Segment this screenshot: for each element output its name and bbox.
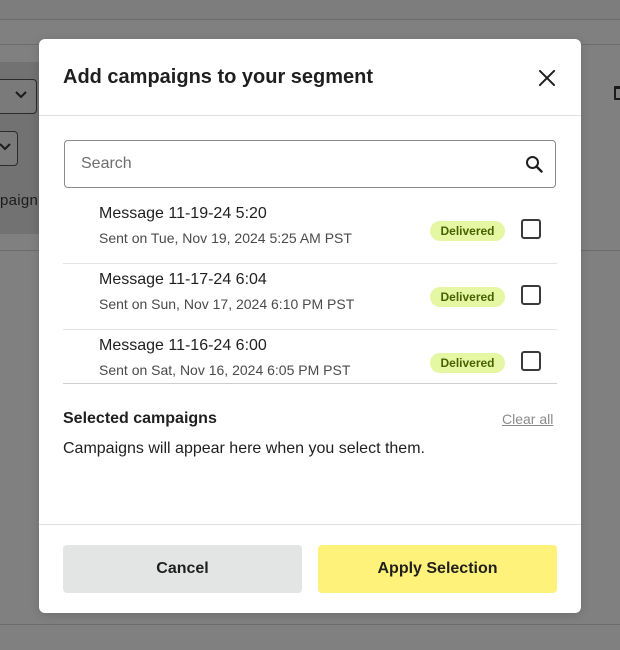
- chevron-down-icon: [0, 138, 11, 158]
- selected-campaigns-empty-text: Campaigns will appear here when you sele…: [63, 440, 425, 457]
- background-topbar: [0, 0, 620, 20]
- background-select: [0, 79, 37, 114]
- clear-all-link[interactable]: Clear all: [502, 411, 553, 427]
- apply-selection-button[interactable]: Apply Selection: [318, 545, 557, 593]
- background-partial-label: paign: [0, 192, 39, 209]
- modal-title: Add campaigns to your segment: [63, 66, 374, 88]
- search-input[interactable]: [65, 141, 505, 187]
- background-divider: [0, 250, 40, 251]
- campaign-sent-date: Sent on Tue, Nov 19, 2024 5:25 AM PST: [99, 230, 352, 246]
- campaign-checkbox[interactable]: [521, 285, 541, 305]
- background-divider: [580, 250, 620, 251]
- campaign-sent-date: Sent on Sat, Nov 16, 2024 6:05 PM PST: [99, 362, 351, 378]
- chevron-down-icon: [13, 86, 29, 106]
- modal-footer: Cancel Apply Selection: [39, 524, 581, 613]
- campaign-checkbox[interactable]: [521, 219, 541, 239]
- cancel-button[interactable]: Cancel: [63, 545, 302, 593]
- campaign-title: Message 11-17-24 6:04: [99, 271, 267, 288]
- search-field: [64, 140, 556, 188]
- campaign-title: Message 11-16-24 6:00: [99, 337, 267, 354]
- add-campaigns-modal: Add campaigns to your segment Message 11…: [39, 39, 581, 613]
- campaign-list: Message 11-19-24 5:20 Sent on Tue, Nov 1…: [63, 198, 557, 384]
- background-divider: [0, 624, 620, 625]
- selected-campaigns-heading: Selected campaigns: [63, 410, 217, 427]
- campaign-row[interactable]: Message 11-16-24 6:00 Sent on Sat, Nov 1…: [63, 330, 557, 396]
- campaign-sent-date: Sent on Sun, Nov 17, 2024 6:10 PM PST: [99, 296, 355, 312]
- campaign-checkbox[interactable]: [521, 351, 541, 371]
- campaign-row[interactable]: Message 11-17-24 6:04 Sent on Sun, Nov 1…: [63, 264, 557, 330]
- status-badge: Delivered: [430, 221, 505, 241]
- campaign-title: Message 11-19-24 5:20: [99, 205, 267, 222]
- close-icon[interactable]: [536, 67, 558, 89]
- campaign-row[interactable]: Message 11-19-24 5:20 Sent on Tue, Nov 1…: [63, 198, 557, 264]
- modal-header: Add campaigns to your segment: [39, 39, 581, 116]
- search-icon[interactable]: [525, 155, 543, 173]
- status-badge: Delivered: [430, 287, 505, 307]
- background-select: [0, 131, 18, 166]
- status-badge: Delivered: [430, 353, 505, 373]
- trash-icon: [614, 86, 620, 100]
